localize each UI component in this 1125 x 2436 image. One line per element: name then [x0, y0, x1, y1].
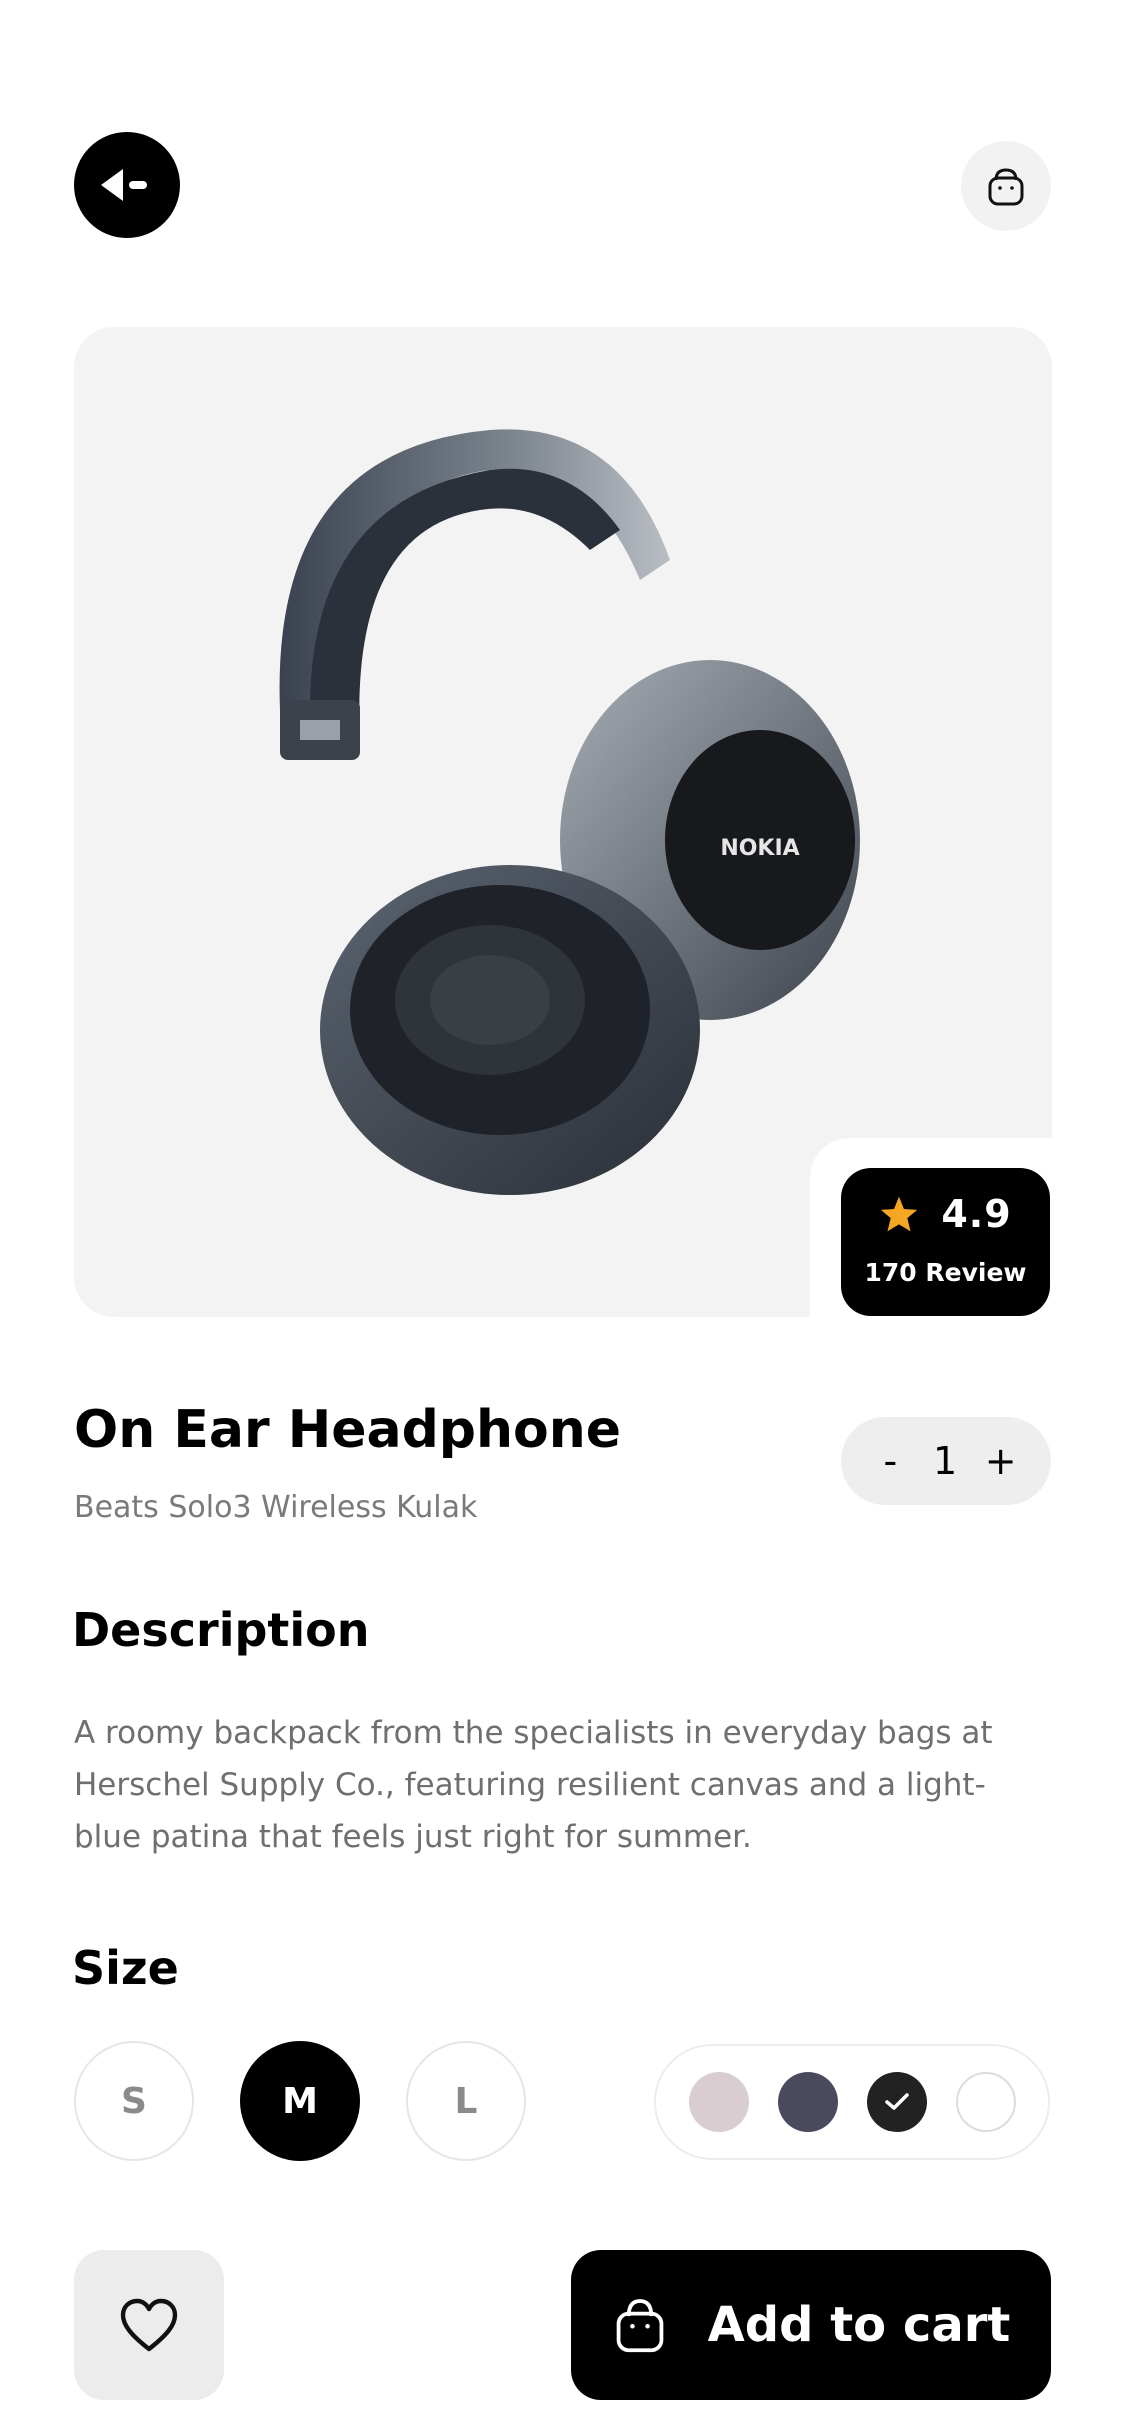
- headphone-image: NOKIA: [279, 429, 860, 1195]
- brand-logo: NOKIA: [720, 836, 799, 861]
- description-heading: Description: [72, 1603, 370, 1657]
- star-icon: [881, 1196, 918, 1232]
- color-swatch-pink[interactable]: [688, 2072, 749, 2132]
- add-to-cart-button[interactable]: Add to cart: [571, 2250, 1051, 2400]
- add-to-cart-label: Add to cart: [707, 2297, 1011, 2353]
- increment-button[interactable]: +: [985, 1439, 1017, 1483]
- description-text: A roomy backpack from the specialists in…: [74, 1715, 993, 1855]
- color-swatch-slate[interactable]: [777, 2072, 838, 2132]
- cart-button[interactable]: [961, 141, 1051, 231]
- product-title: On Ear Headphone: [74, 1400, 622, 1460]
- back-button[interactable]: [74, 132, 180, 238]
- color-picker: [654, 2044, 1050, 2160]
- size-heading: Size: [72, 1941, 179, 1995]
- color-swatch-white[interactable]: [955, 2072, 1016, 2132]
- color-swatch-black[interactable]: [866, 2072, 927, 2132]
- size-option-m[interactable]: M: [240, 2041, 360, 2161]
- back-arrow-icon: [101, 169, 147, 201]
- quantity-stepper: - 1 +: [841, 1417, 1051, 1505]
- size-option-l[interactable]: L: [406, 2041, 526, 2161]
- wishlist-button[interactable]: [74, 2250, 224, 2400]
- check-icon: [884, 2093, 909, 2110]
- shopping-bag-icon: [988, 168, 1024, 206]
- shopping-bag-icon: [616, 2299, 663, 2353]
- heart-icon: [120, 2298, 178, 2352]
- rating-badge: 4.9 170 Review: [841, 1168, 1050, 1316]
- rating-value: 4.9: [941, 1192, 1012, 1236]
- size-option-s[interactable]: S: [74, 2041, 194, 2161]
- decrement-button[interactable]: -: [875, 1439, 905, 1483]
- quantity-value: 1: [932, 1439, 958, 1483]
- review-count: 170 Review: [864, 1258, 1027, 1287]
- product-subtitle: Beats Solo3 Wireless Kulak: [74, 1490, 478, 1525]
